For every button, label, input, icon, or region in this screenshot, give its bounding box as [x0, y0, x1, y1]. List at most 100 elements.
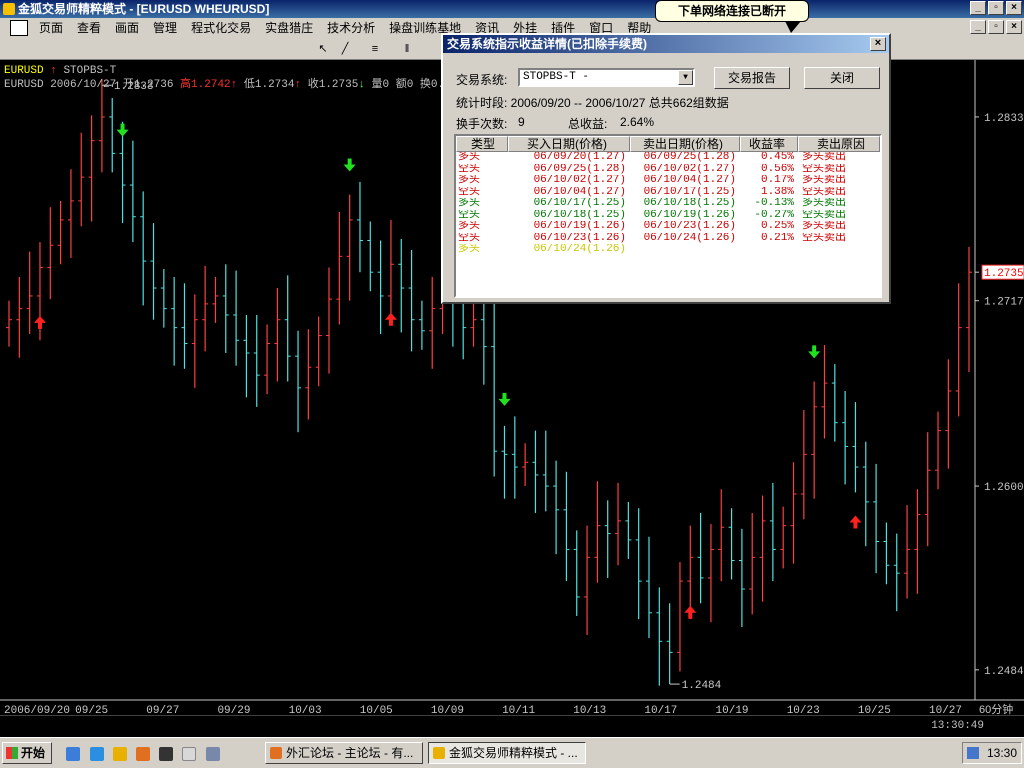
cell-return: 0.45%: [760, 152, 794, 163]
cell-buy: 06/09/25(1.28): [533, 163, 626, 175]
trade-detail-dialog: 交易系统指示收益详情(已扣除手续费) × 交易系统: STOPBS-T - ▼ …: [441, 33, 891, 304]
table-row[interactable]: 空头 06/10/18(1.25) 06/10/19(1.26) -0.27% 空头卖出: [456, 210, 880, 222]
x-tick-label: 10/13: [573, 705, 606, 715]
y-tick-label: 1.2484: [984, 666, 1024, 678]
hline-tool-icon[interactable]: ≡: [366, 41, 384, 57]
cell-reason: 多头卖出: [802, 175, 846, 186]
child-minimize-button[interactable]: _: [970, 20, 986, 34]
tray-clock: 13:30: [987, 746, 1018, 760]
chart-low-label: 低1.2734: [243, 79, 295, 91]
cell-type: 空头: [458, 209, 480, 221]
table-row[interactable]: 多头 06/10/19(1.26) 06/10/23(1.26) 0.25% 多头卖出: [456, 221, 880, 233]
ie-icon[interactable]: [66, 747, 80, 761]
dropdown-arrow-icon[interactable]: ▼: [678, 70, 693, 85]
cell-sell: [630, 244, 740, 256]
dialog-close-icon[interactable]: ×: [870, 37, 886, 51]
menu-item-view[interactable]: 查看: [70, 18, 108, 38]
sell-signal-arrow: [343, 158, 356, 172]
x-tick-label: 10/09: [431, 705, 464, 715]
column-header-reason[interactable]: 卖出原因: [798, 136, 880, 152]
x-tick-label: 10/25: [858, 705, 891, 715]
calculator-icon[interactable]: [182, 747, 196, 761]
column-header-sell[interactable]: 卖出日期(价格): [630, 136, 740, 152]
chart-close-label: 收1.2735: [307, 79, 359, 91]
network-disconnected-balloon: 下单网络连接已断开: [655, 0, 809, 22]
column-header-type[interactable]: 类型: [456, 136, 508, 152]
table-row[interactable]: 多头 06/09/20(1.27) 06/09/25(1.28) 0.45% 多头卖出: [456, 152, 880, 164]
terminal-icon[interactable]: [159, 747, 173, 761]
cell-sell: 06/10/02(1.27): [643, 163, 736, 175]
cell-reason: 空头卖出: [802, 232, 846, 244]
cell-type: 空头: [458, 232, 480, 244]
buy-signal-arrow: [849, 515, 862, 529]
menu-item-program-trading[interactable]: 程式化交易: [184, 18, 258, 38]
window-title-bar: 金狐交易师精粹模式 - [EURUSD WHEURUSD] _ ▫ ×: [0, 0, 1024, 18]
table-header: 类型 买入日期(价格) 卖出日期(价格) 收益率 卖出原因: [456, 136, 880, 152]
cell-sell: 06/10/17(1.25): [643, 186, 736, 198]
start-button[interactable]: 开始: [2, 742, 52, 764]
system-select-value: STOPBS-T -: [523, 71, 590, 83]
table-row[interactable]: 空头 06/10/23(1.26) 06/10/24(1.26) 0.21% 空头卖出: [456, 233, 880, 245]
cell-sell: 06/10/23(1.26): [643, 221, 736, 232]
turnover-value: 9: [518, 115, 525, 129]
outlook-icon[interactable]: [90, 747, 104, 761]
network-icon[interactable]: [967, 747, 979, 759]
document-icon[interactable]: [206, 747, 220, 761]
chart-indicator: STOPBS-T: [63, 65, 117, 77]
cell-reason: 多头卖出: [802, 152, 846, 163]
cell-buy: 06/10/17(1.25): [533, 198, 626, 209]
menu-logo-icon[interactable]: [10, 20, 28, 36]
cursor-tool-icon[interactable]: ↖: [314, 41, 332, 57]
system-label: 交易系统:: [456, 73, 508, 87]
x-tick-label: 09/25: [75, 705, 108, 715]
app-quick-icon[interactable]: [113, 747, 127, 761]
table-row[interactable]: 多头 06/10/17(1.25) 06/10/18(1.25) -0.13% 多头卖出: [456, 198, 880, 210]
system-select[interactable]: STOPBS-T - ▼: [518, 68, 695, 87]
dialog-close-button[interactable]: 关闭: [804, 67, 880, 89]
column-header-return[interactable]: 收益率: [740, 136, 798, 152]
trade-table[interactable]: 类型 买入日期(价格) 卖出日期(价格) 收益率 卖出原因 多头 06/09/20…: [454, 134, 882, 298]
x-tick-label: 10/23: [787, 705, 820, 715]
table-row[interactable]: 空头 06/10/04(1.27) 06/10/17(1.25) 1.38% 空头卖出: [456, 187, 880, 199]
menu-item-manage[interactable]: 管理: [146, 18, 184, 38]
buy-signal-arrow: [384, 312, 397, 326]
menu-item-technical-analysis[interactable]: 技术分析: [320, 18, 382, 38]
cell-buy: 06/10/04(1.27): [533, 186, 626, 198]
task-label: 金狐交易师精粹模式 - ...: [449, 746, 578, 760]
restore-button[interactable]: ▫: [988, 1, 1004, 15]
menu-item-page[interactable]: 页面: [32, 18, 70, 38]
menu-item-screen[interactable]: 画面: [108, 18, 146, 38]
close-button[interactable]: ×: [1006, 1, 1022, 15]
chart-high-label: 高1.2742: [180, 79, 231, 91]
sell-signal-arrow: [498, 392, 511, 406]
firefox-icon[interactable]: [136, 747, 150, 761]
menu-item-live-hunt[interactable]: 实盘猎庄: [258, 18, 320, 38]
column-header-buy[interactable]: 买入日期(价格): [508, 136, 630, 152]
x-tick-label: 10/19: [716, 705, 749, 715]
cell-sell: 06/10/04(1.27): [643, 175, 736, 186]
cell-return: [740, 244, 798, 256]
line-tool-icon[interactable]: ╱: [336, 41, 354, 57]
app-icon: [433, 747, 445, 759]
task-golden-fox[interactable]: 金狐交易师精粹模式 - ...: [428, 742, 586, 764]
chart-info-prefix: EURUSD 2006/10/27 开1.2736: [4, 79, 174, 91]
up-arrow-icon: ↑: [50, 65, 57, 77]
table-row[interactable]: 多头 06/10/24(1.26): [456, 244, 880, 256]
child-close-button[interactable]: ×: [1006, 20, 1022, 34]
child-restore-button[interactable]: ▫: [988, 20, 1004, 34]
firefox-icon: [270, 747, 282, 759]
minimize-button[interactable]: _: [970, 1, 986, 15]
cell-reason: 多头卖出: [802, 198, 846, 209]
cell-return: 1.38%: [760, 186, 794, 198]
y-tick-label: 1.2735: [984, 268, 1024, 280]
turnover-label: 换手次数:: [456, 117, 508, 131]
low-annotation: 1.2484: [682, 680, 722, 692]
cell-reason: 空头卖出: [802, 186, 846, 198]
dialog-title: 交易系统指示收益详情(已扣除手续费): [447, 37, 647, 51]
trade-report-button[interactable]: 交易报告: [714, 67, 790, 89]
task-forex-forum[interactable]: 外汇论坛 - 主论坛 - 有...: [265, 742, 423, 764]
table-row[interactable]: 空头 06/09/25(1.28) 06/10/02(1.27) 0.56% 空头卖出: [456, 164, 880, 176]
table-row[interactable]: 多头 06/10/02(1.27) 06/10/04(1.27) 0.17% 多头卖出: [456, 175, 880, 187]
x-tick-label: 10/11: [502, 705, 535, 715]
vline-tool-icon[interactable]: ‖: [398, 41, 416, 57]
